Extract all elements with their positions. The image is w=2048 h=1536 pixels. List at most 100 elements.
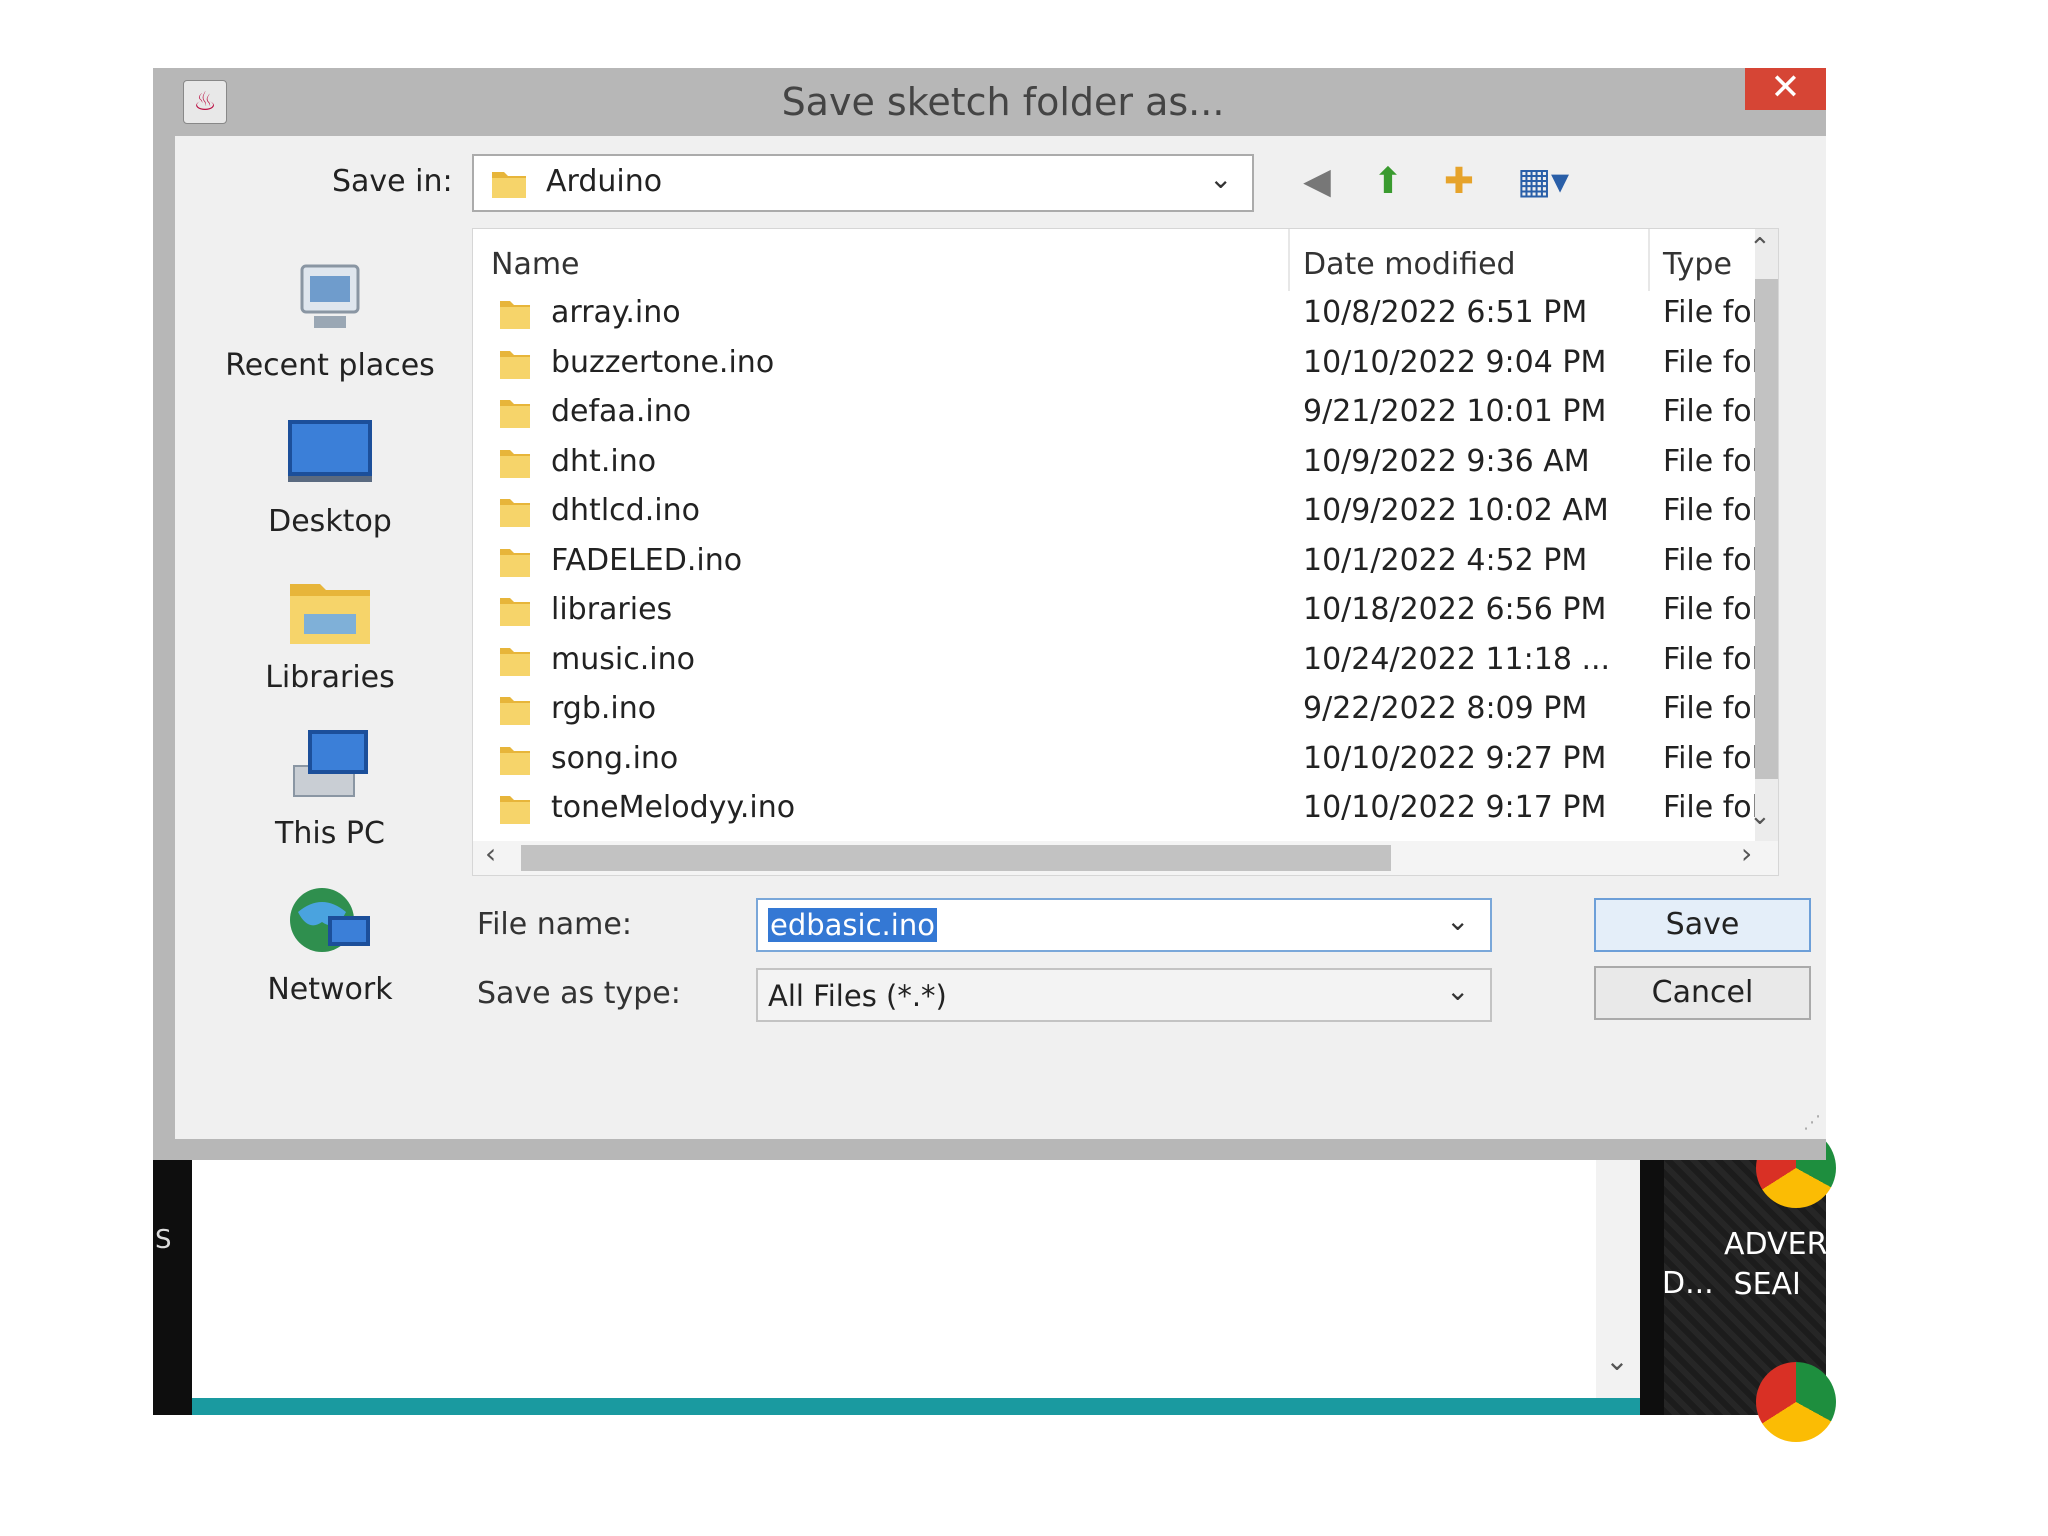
place-network[interactable]: Network	[195, 882, 465, 1007]
file-row[interactable]: rgb.ino 9/22/2022 8:09 PM File fol	[473, 685, 1755, 735]
file-row[interactable]: toneMelodyy.ino 10/10/2022 9:17 PM File fo…	[473, 784, 1755, 834]
file-date-modified: 10/1/2022 4:52 PM	[1303, 542, 1588, 578]
column-header-date-modified[interactable]: Date modified	[1303, 247, 1516, 282]
background-status-bar	[192, 1398, 1640, 1415]
file-date-modified: 10/10/2022 9:27 PM	[1303, 740, 1607, 776]
view-menu-icon[interactable]: ▦▾	[1503, 158, 1583, 206]
desktop-icon	[288, 420, 372, 482]
file-name-value[interactable]: edbasic.ino	[768, 908, 937, 942]
place-desktop[interactable]: Desktop	[195, 414, 465, 539]
horizontal-scrollbar-thumb[interactable]	[521, 845, 1391, 871]
file-name: dht.ino	[551, 443, 657, 479]
file-name-label: File name:	[477, 907, 632, 942]
resize-grip-icon[interactable]: ⋰	[1803, 1112, 1823, 1133]
chevron-left-icon[interactable]: ‹	[485, 837, 496, 870]
file-name: toneMelodyy.ino	[551, 790, 796, 825]
this-pc-icon	[293, 730, 368, 797]
chevron-down-icon[interactable]: ⌄	[1600, 1344, 1634, 1378]
chevron-right-icon[interactable]: ›	[1741, 837, 1752, 870]
file-type: File fol	[1663, 641, 1755, 677]
file-row[interactable]: buzzertone.ino 10/10/2022 9:04 PM File fol	[473, 339, 1755, 389]
save-in-value: Arduino	[546, 164, 663, 199]
file-name: dhtlcd.ino	[551, 493, 700, 528]
file-date-modified: 10/9/2022 10:02 AM	[1303, 493, 1609, 528]
file-date-modified: 10/10/2022 9:17 PM	[1303, 790, 1607, 825]
chevron-down-icon[interactable]: ⌄	[1749, 801, 1771, 831]
file-date-modified: 9/21/2022 10:01 PM	[1303, 394, 1607, 429]
file-name-field[interactable]: edbasic.ino ⌄	[756, 898, 1492, 952]
folder-icon	[500, 548, 530, 577]
folder-icon	[500, 301, 530, 329]
chevron-up-icon[interactable]: ⌃	[1749, 233, 1771, 263]
file-row[interactable]: toneMultiples.ino10/10/2022 9:26 PMFile …	[473, 834, 1755, 842]
folder-icon	[500, 647, 530, 676]
file-row[interactable]: music.ino 10/24/2022 11:18 ... File fol	[473, 636, 1755, 686]
folder-icon	[500, 697, 530, 725]
cancel-button[interactable]: Cancel	[1594, 966, 1811, 1020]
column-header-name[interactable]: Name	[491, 247, 580, 282]
file-type: File fol	[1663, 790, 1755, 825]
file-date-modified: 9/22/2022 8:09 PM	[1303, 691, 1588, 726]
background-editor	[192, 1160, 1622, 1400]
file-name: libraries	[551, 592, 673, 627]
vertical-scrollbar-thumb[interactable]	[1755, 279, 1778, 779]
file-name: music.ino	[551, 641, 695, 677]
sort-ascending-icon: ⌃	[858, 228, 877, 244]
chevron-down-icon[interactable]: ⌄	[1446, 974, 1469, 1007]
save-button[interactable]: Save	[1594, 898, 1811, 952]
desktop-shortcut-label: D...	[1662, 1266, 1714, 1301]
desktop-shortcut-label: ADVER SEAI	[1724, 1227, 1826, 1302]
file-type: File fol	[1663, 592, 1755, 627]
save-in-label: Save in:	[332, 164, 453, 199]
file-name: rgb.ino	[551, 691, 657, 726]
folder-icon	[500, 400, 530, 428]
save-as-type-label: Save as type:	[477, 976, 681, 1011]
folder-icon	[500, 350, 530, 379]
file-row[interactable]: dht.ino 10/9/2022 9:36 AM File fol	[473, 438, 1755, 488]
recent-places-icon	[300, 264, 360, 328]
back-icon[interactable]: ◀	[1290, 158, 1344, 206]
chevron-down-icon[interactable]: ⌄	[1446, 904, 1469, 937]
file-type: File fol	[1663, 691, 1755, 726]
file-list[interactable]: ⌃ Name Date modified Type array.ino 10/8/…	[472, 228, 1779, 876]
file-row[interactable]: song.ino 10/10/2022 9:27 PM File fol	[473, 735, 1755, 785]
dialog-title: Save sketch folder as...	[781, 80, 1225, 124]
file-rows: array.ino 10/8/2022 6:51 PM File fol buzzer…	[473, 289, 1755, 841]
place-libraries[interactable]: Libraries	[195, 570, 465, 695]
chevron-down-icon[interactable]: ⌄	[1209, 162, 1232, 195]
folder-icon	[500, 598, 530, 626]
file-row[interactable]: array.ino 10/8/2022 6:51 PM File fol	[473, 289, 1755, 339]
close-button[interactable]: ✕	[1745, 68, 1826, 110]
file-row[interactable]: defaa.ino 9/21/2022 10:01 PM File fol	[473, 388, 1755, 438]
place-label: Libraries	[265, 660, 395, 695]
dialog-titlebar[interactable]: ♨ Save sketch folder as... ✕	[153, 68, 1826, 136]
background-text-fragment: S	[155, 1225, 172, 1255]
column-header-type[interactable]: Type	[1663, 247, 1732, 282]
place-recent-places[interactable]: Recent places	[195, 258, 465, 383]
place-label: Desktop	[268, 504, 392, 539]
save-in-dropdown[interactable]: Arduino ⌄	[472, 154, 1254, 212]
file-name: array.ino	[551, 295, 681, 330]
file-row[interactable]: dhtlcd.ino 10/9/2022 10:02 AM File fol	[473, 487, 1755, 537]
folder-icon	[500, 499, 530, 527]
place-label: Network	[267, 972, 393, 1007]
place-label: Recent places	[225, 348, 435, 383]
save-as-type-dropdown[interactable]: All Files (*.*) ⌄	[756, 968, 1492, 1022]
up-one-level-icon[interactable]: ⬆	[1361, 158, 1415, 206]
column-divider[interactable]	[1288, 229, 1290, 291]
chrome-icon	[1756, 1362, 1836, 1442]
file-type: File fol	[1663, 740, 1755, 776]
file-type: File fol	[1663, 542, 1755, 578]
file-date-modified: 10/8/2022 6:51 PM	[1303, 295, 1588, 330]
save-as-type-value: All Files (*.*)	[768, 979, 947, 1013]
file-type: File fol	[1663, 493, 1755, 528]
place-this-pc[interactable]: This PC	[195, 726, 465, 851]
file-date-modified: 10/10/2022 9:04 PM	[1303, 344, 1607, 380]
file-row[interactable]: FADELED.ino 10/1/2022 4:52 PM File fol	[473, 537, 1755, 587]
file-row[interactable]: libraries 10/18/2022 6:56 PM File fol	[473, 586, 1755, 636]
file-type: File fol	[1663, 443, 1755, 479]
save-dialog: ♨ Save sketch folder as... ✕ Save in: Ar…	[153, 68, 1826, 1160]
libraries-icon	[290, 584, 370, 644]
column-divider[interactable]	[1648, 229, 1650, 291]
new-folder-icon[interactable]: ✚	[1432, 158, 1486, 206]
